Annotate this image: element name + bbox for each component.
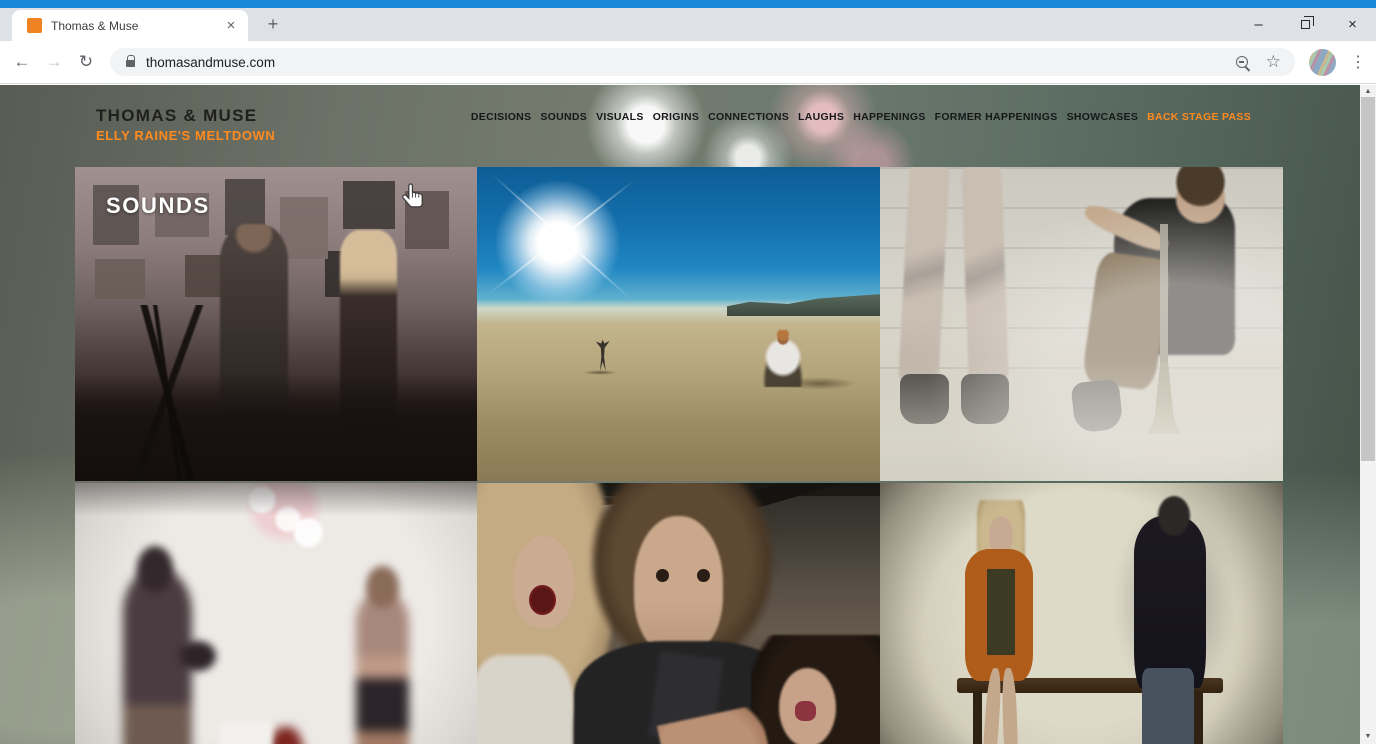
profile-avatar[interactable]: [1309, 49, 1336, 76]
site-header: THOMAS & MUSE ELLY RAINE'S MELTDOWN DECI…: [0, 85, 1360, 167]
nav-item-showcases[interactable]: SHOWCASES: [1067, 111, 1139, 123]
photo-music-stands: [75, 305, 260, 481]
main-nav: DECISIONS SOUNDS VISUALS ORIGINS CONNECT…: [471, 111, 1251, 123]
seated-trumpeter-shadow: [783, 377, 856, 390]
new-tab-button[interactable]: +: [260, 12, 286, 38]
photo-vignette: [880, 483, 1283, 744]
photo-grid: SOUNDS: [75, 167, 1283, 744]
nav-item-sounds[interactable]: SOUNDS: [540, 111, 587, 123]
sounds-overlay-label: SOUNDS: [106, 193, 210, 219]
site-title: THOMAS & MUSE: [96, 106, 275, 126]
bokeh-lights: [75, 483, 477, 744]
browser-tab[interactable]: Thomas & Muse ×: [12, 10, 248, 41]
nav-item-decisions[interactable]: DECISIONS: [471, 111, 531, 123]
gallery-photo-band-rehearsal[interactable]: SOUNDS: [75, 167, 477, 481]
nav-item-former-happenings[interactable]: FORMER HAPPENINGS: [935, 111, 1058, 123]
gallery-photo-bench-couple[interactable]: [880, 483, 1283, 744]
page-scrollbar[interactable]: ▲ ▼: [1360, 85, 1376, 744]
web-page: THOMAS & MUSE ELLY RAINE'S MELTDOWN DECI…: [0, 85, 1360, 744]
address-bar[interactable]: thomasandmuse.com ☆: [110, 48, 1295, 76]
right-woman-tongue: [795, 701, 815, 721]
site-subtitle: ELLY RAINE'S MELTDOWN: [96, 128, 275, 143]
nav-item-back-stage-pass[interactable]: BACK STAGE PASS: [1147, 111, 1251, 123]
light-haze: [880, 167, 1283, 481]
back-icon[interactable]: ←: [6, 52, 38, 72]
left-woman-dress: [477, 655, 574, 744]
dancer-shadow: [582, 370, 618, 375]
site-brand[interactable]: THOMAS & MUSE ELLY RAINE'S MELTDOWN: [96, 106, 275, 143]
nav-item-connections[interactable]: CONNECTIONS: [708, 111, 789, 123]
gallery-photo-wall-trumpets[interactable]: [880, 167, 1283, 481]
zoom-search-icon[interactable]: [1236, 56, 1248, 68]
center-man-face: [634, 516, 723, 655]
dancer-silhouette: [596, 340, 610, 371]
scrollbar-thumb[interactable]: [1361, 97, 1375, 461]
site-favicon: [27, 18, 42, 33]
left-woman-mouth: [529, 585, 555, 615]
gallery-photo-beach[interactable]: [477, 167, 880, 481]
sun-glow: [493, 180, 622, 306]
nav-item-origins[interactable]: ORIGINS: [653, 111, 699, 123]
reload-icon[interactable]: ↻: [70, 52, 102, 72]
window-titlebar: [0, 0, 1376, 8]
tab-close-icon[interactable]: ×: [222, 17, 240, 34]
gallery-photo-fisheye-faces[interactable]: [477, 483, 880, 744]
mouse-cursor-hand-icon: [402, 182, 425, 210]
bookmark-star-icon[interactable]: ☆: [1266, 52, 1281, 72]
browser-menu-icon[interactable]: ⋮: [1346, 52, 1370, 72]
nav-item-happenings[interactable]: HAPPENINGS: [853, 111, 925, 123]
window-controls: – ×: [1235, 8, 1376, 41]
lock-icon: [126, 60, 135, 67]
nav-item-laughs[interactable]: LAUGHS: [798, 111, 844, 123]
close-button[interactable]: ×: [1329, 8, 1376, 41]
restore-icon: [1301, 20, 1310, 29]
tab-strip: Thomas & Muse × + – ×: [0, 8, 1376, 41]
center-man-eye: [697, 569, 710, 582]
gallery-photo-blurred-gallery[interactable]: [75, 483, 477, 744]
cliffs-silhouette: [727, 294, 880, 316]
scroll-down-icon[interactable]: ▼: [1360, 730, 1376, 744]
tab-title: Thomas & Muse: [51, 19, 222, 33]
minimize-button[interactable]: –: [1235, 8, 1282, 41]
restore-button[interactable]: [1282, 8, 1329, 41]
browser-toolbar: ← → ↻ thomasandmuse.com ☆ ⋮: [0, 41, 1376, 84]
nav-item-visuals[interactable]: VISUALS: [596, 111, 644, 123]
url-text[interactable]: thomasandmuse.com: [146, 55, 275, 70]
forward-icon[interactable]: →: [38, 52, 70, 72]
